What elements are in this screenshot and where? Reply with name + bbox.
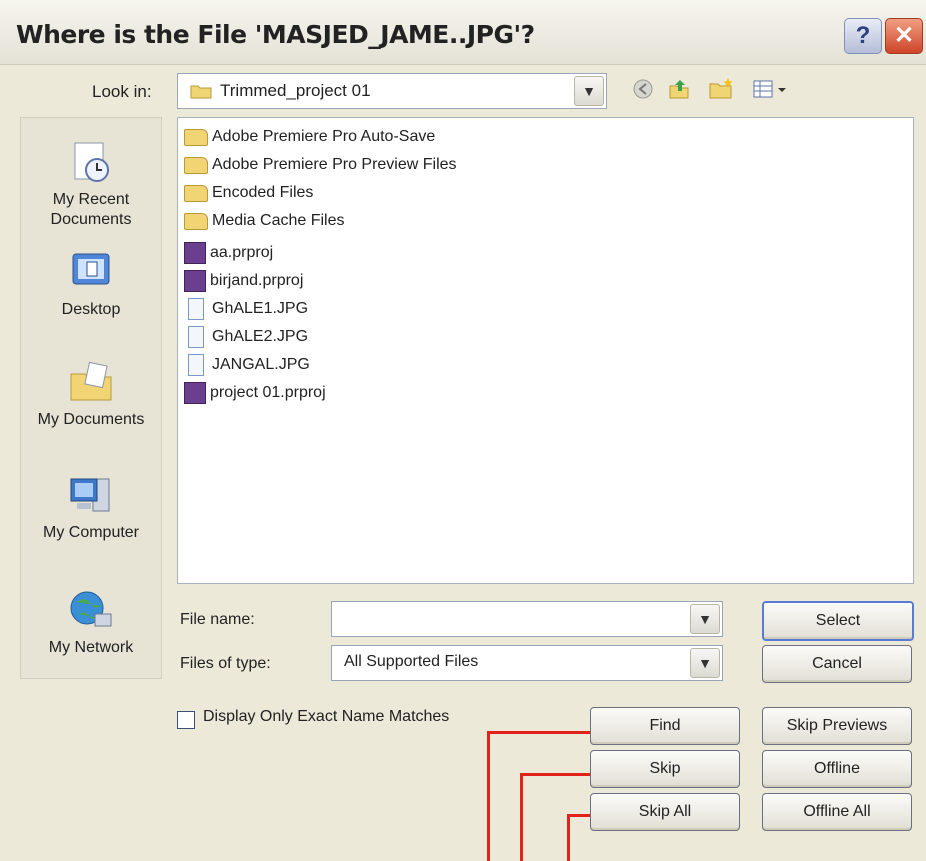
chevron-down-icon[interactable]: ▼	[574, 76, 604, 106]
file-name: Adobe Premiere Pro Preview Files	[212, 156, 457, 173]
folder-icon	[184, 128, 208, 146]
place-label: My Computer	[42, 524, 140, 541]
title-bar: Where is the File 'MASJED_JAME..JPG'? ? …	[0, 0, 926, 65]
file-name: birjand.prproj	[210, 272, 304, 289]
offline-button[interactable]: Offline	[762, 750, 912, 788]
dialog-title: Where is the File 'MASJED_JAME..JPG'?	[16, 20, 535, 49]
callout-line-skip-all	[567, 814, 590, 817]
file-name: aa.prproj	[210, 244, 274, 261]
look-in-label: Look in:	[92, 82, 152, 101]
recent-documents-icon	[74, 142, 109, 182]
chevron-down-icon[interactable]: ▼	[690, 604, 720, 634]
exact-match-label: Display Only Exact Name Matches	[203, 708, 450, 725]
list-item[interactable]: JANGAL.JPG	[184, 354, 310, 382]
list-item[interactable]: Encoded Files	[184, 184, 313, 212]
image-file-icon	[188, 354, 204, 376]
callout-line-find	[487, 732, 490, 861]
skip-button[interactable]: Skip	[590, 750, 740, 788]
file-name: Media Cache Files	[212, 212, 345, 229]
skip-all-button[interactable]: Skip All	[590, 793, 740, 831]
image-file-icon	[188, 326, 204, 348]
premiere-project-icon	[184, 270, 206, 292]
locate-file-dialog: Where is the File 'MASJED_JAME..JPG'? ? …	[0, 0, 926, 861]
list-item[interactable]: birjand.prproj	[184, 270, 303, 298]
callout-line-skip	[520, 773, 590, 776]
desktop-icon	[72, 253, 110, 285]
place-my-computer[interactable]: My Computer	[21, 473, 161, 543]
view-menu-icon[interactable]	[750, 76, 790, 106]
my-computer-icon	[70, 478, 110, 512]
place-label: My Recent	[52, 191, 130, 208]
place-my-network[interactable]: My Network	[21, 588, 161, 658]
file-name: GhALE1.JPG	[212, 300, 309, 317]
list-item[interactable]: Adobe Premiere Pro Preview Files	[184, 156, 457, 184]
file-type-value: All Supported Files	[344, 653, 479, 670]
find-button[interactable]: Find	[590, 707, 740, 745]
file-list[interactable]: Adobe Premiere Pro Auto-Save Adobe Premi…	[177, 117, 914, 584]
cancel-button[interactable]: Cancel	[762, 645, 912, 683]
back-icon[interactable]	[628, 76, 658, 106]
place-label: My Documents	[37, 411, 145, 428]
callout-line-skip-all	[567, 815, 570, 861]
callout-line-find	[487, 731, 590, 734]
file-name-label: File name:	[180, 611, 255, 628]
place-my-documents[interactable]: My Documents	[21, 360, 161, 430]
list-item[interactable]: Media Cache Files	[184, 212, 345, 240]
premiere-project-icon	[184, 242, 206, 264]
exact-match-checkbox[interactable]	[177, 711, 195, 729]
place-my-recent-documents[interactable]: My Recent Documents	[21, 140, 161, 230]
list-item[interactable]: Adobe Premiere Pro Auto-Save	[184, 128, 435, 156]
file-name-field[interactable]: ▼	[331, 601, 723, 637]
select-button[interactable]: Select	[762, 601, 914, 641]
folder-icon	[184, 212, 208, 230]
help-button[interactable]: ?	[844, 18, 882, 54]
premiere-project-icon	[184, 382, 206, 404]
file-type-label: Files of type:	[180, 655, 271, 672]
chevron-down-icon[interactable]: ▼	[690, 648, 720, 678]
folder-icon	[184, 184, 208, 202]
my-documents-icon	[70, 361, 112, 401]
close-button[interactable]: ✕	[885, 18, 923, 54]
folder-icon	[190, 85, 212, 99]
new-folder-icon[interactable]	[706, 76, 736, 106]
file-name: Encoded Files	[212, 184, 314, 201]
places-bar: My Recent Documents Desktop My Documents	[20, 117, 162, 679]
place-desktop[interactable]: Desktop	[21, 250, 161, 320]
list-item[interactable]: aa.prproj	[184, 242, 273, 270]
callout-line-skip	[520, 774, 523, 861]
file-name: GhALE2.JPG	[212, 328, 309, 345]
list-item[interactable]: GhALE2.JPG	[184, 326, 308, 354]
skip-previews-button[interactable]: Skip Previews	[762, 707, 912, 745]
image-file-icon	[188, 298, 204, 320]
up-folder-icon[interactable]	[664, 76, 694, 106]
file-name: JANGAL.JPG	[212, 356, 310, 373]
place-label: Desktop	[61, 301, 121, 318]
file-name: Adobe Premiere Pro Auto-Save	[212, 128, 436, 145]
place-label: My Network	[48, 639, 134, 656]
offline-all-button[interactable]: Offline All	[762, 793, 912, 831]
place-label: Documents	[50, 211, 132, 228]
list-item[interactable]: GhALE1.JPG	[184, 298, 308, 326]
file-name: project 01.prproj	[210, 384, 326, 401]
look-in-value: Trimmed_project 01	[220, 81, 371, 100]
file-type-dropdown[interactable]: All Supported Files ▼	[331, 645, 723, 681]
my-network-icon	[70, 591, 112, 627]
look-in-dropdown[interactable]: Trimmed_project 01 ▼	[177, 73, 607, 109]
folder-icon	[184, 156, 208, 174]
list-item[interactable]: project 01.prproj	[184, 382, 326, 410]
